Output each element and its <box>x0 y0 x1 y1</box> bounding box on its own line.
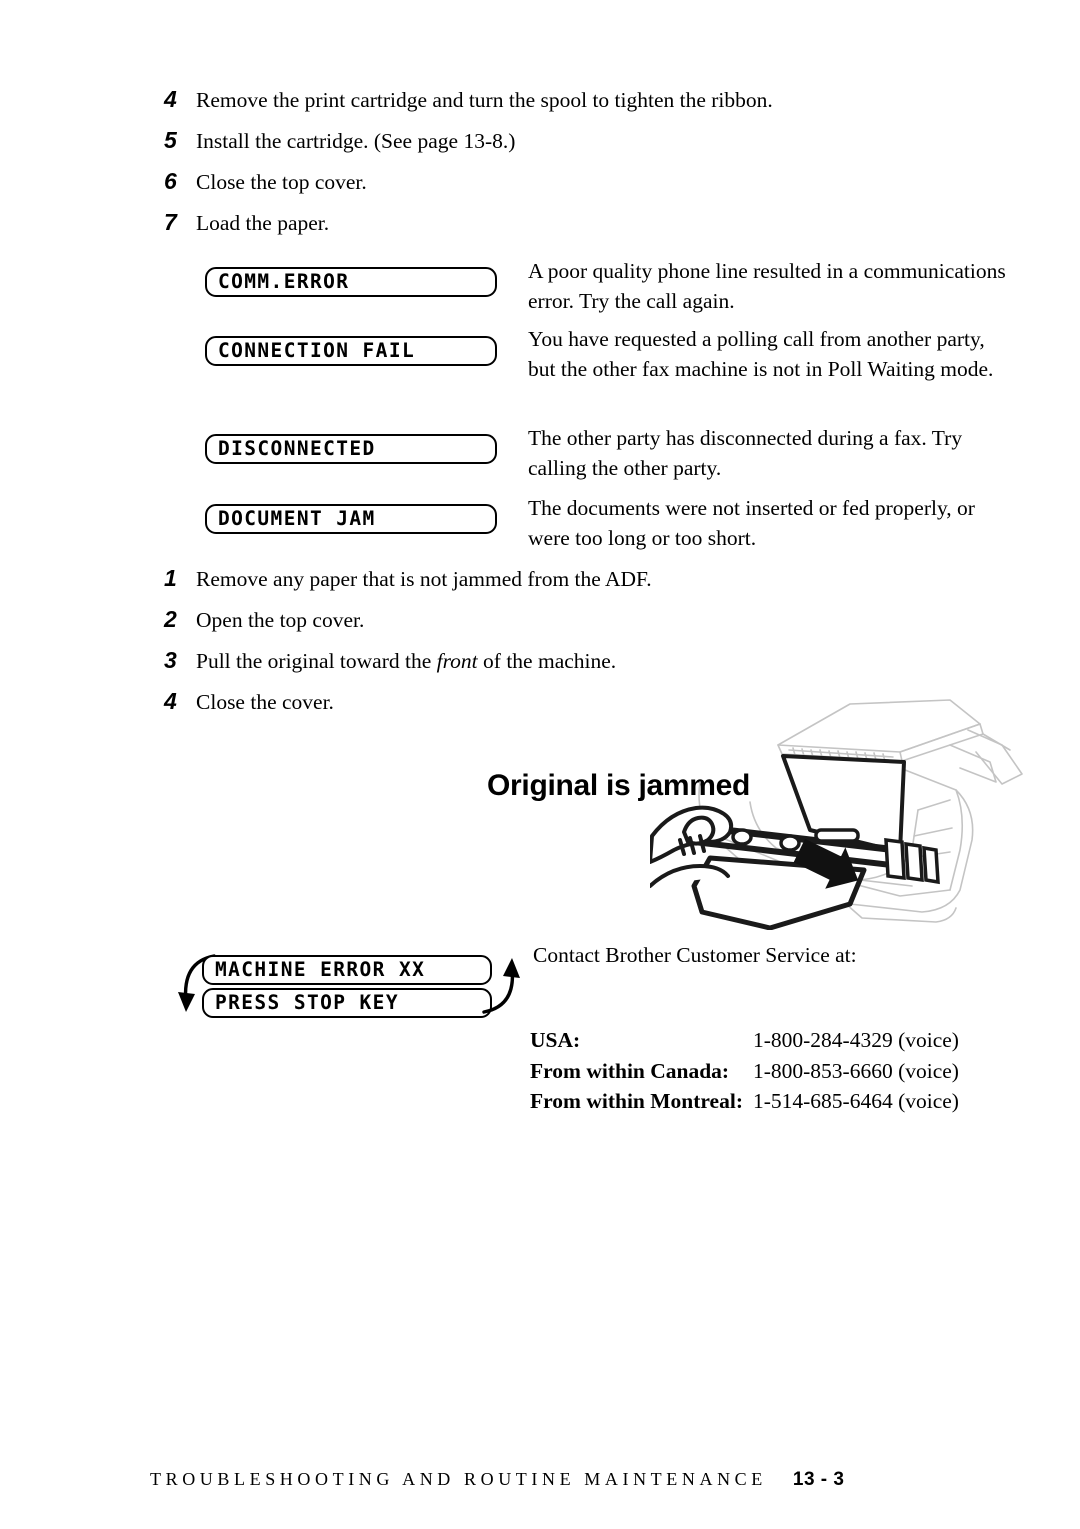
fax-machine-jam-illustration <box>650 699 1023 930</box>
table-row: From within Montreal: 1-514-685-6464 (vo… <box>530 1089 959 1122</box>
step-text: Install the cartridge. (See page 13-8.) <box>196 129 516 153</box>
step-list-cartridge: 4 Remove the print cartridge and turn th… <box>158 88 773 252</box>
lcd-message-press-stop-key: PRESS STOP KEY <box>202 988 492 1018</box>
step-text: Pull the original toward the front of th… <box>196 649 617 673</box>
error-description-connection-fail: You have requested a polling call from a… <box>528 327 994 381</box>
step-number: 1 <box>164 565 177 591</box>
list-item: 2 Open the top cover. <box>158 608 652 649</box>
list-item: 6 Close the top cover. <box>158 170 773 211</box>
footer-chapter-title: TROUBLESHOOTING AND ROUTINE MAINTENANCE <box>150 1469 767 1489</box>
page-footer: TROUBLESHOOTING AND ROUTINE MAINTENANCE … <box>150 1470 1010 1489</box>
step-number: 6 <box>164 168 177 194</box>
step-text: Close the top cover. <box>196 170 367 194</box>
step-text: Remove any paper that is not jammed from… <box>196 567 652 591</box>
contact-region-label: From within Canada: <box>530 1058 730 1083</box>
error-description-disconnected: The other party has disconnected during … <box>528 426 963 480</box>
step-number: 7 <box>164 209 177 235</box>
step-number: 2 <box>164 606 177 632</box>
lcd-text: PRESS STOP KEY <box>215 991 399 1015</box>
lcd-message-disconnected: DISCONNECTED <box>205 434 497 464</box>
step-number: 3 <box>164 647 177 673</box>
list-item: 5 Install the cartridge. (See page 13-8.… <box>158 129 773 170</box>
lcd-text: MACHINE ERROR XX <box>215 958 426 982</box>
step-text-emphasis: front <box>436 649 478 673</box>
contact-phone-number: 1-800-284-4329 (voice) <box>752 1028 959 1052</box>
error-description-comm-error: A poor quality phone line resulted in a … <box>528 259 1006 313</box>
contact-phone-number: 1-800-853-6660 (voice) <box>752 1058 959 1083</box>
table-row: USA: 1-800-284-4329 (voice) <box>530 1028 959 1061</box>
lcd-text: CONNECTION FAIL <box>218 339 416 363</box>
manual-page: 4 Remove the print cartridge and turn th… <box>0 0 1080 1529</box>
lcd-text: DOCUMENT JAM <box>218 507 376 531</box>
lcd-message-connection-fail: CONNECTION FAIL <box>205 336 497 366</box>
contact-region-label: From within Montreal: <box>530 1089 743 1113</box>
lcd-text: COMM.ERROR <box>218 270 350 294</box>
contact-intro-text: Contact Brother Customer Service at: <box>533 943 857 967</box>
table-row: From within Canada: 1-800-853-6660 (voic… <box>530 1058 959 1092</box>
lcd-message-comm-error: COMM.ERROR <box>205 267 497 297</box>
list-item: 7 Load the paper. <box>158 211 773 252</box>
contact-phone-number: 1-514-685-6464 (voice) <box>752 1089 959 1113</box>
step-list-clear-jam: 1 Remove any paper that is not jammed fr… <box>158 567 652 731</box>
footer-page-number: 13 - 3 <box>792 1469 845 1490</box>
step-text: Open the top cover. <box>196 608 365 632</box>
list-item: 4 Close the cover. <box>158 690 652 731</box>
contact-region-label: USA: <box>530 1028 581 1052</box>
step-text: Load the paper. <box>196 211 330 235</box>
step-text-part: Pull the original toward the <box>196 649 437 673</box>
lcd-text: DISCONNECTED <box>218 437 376 461</box>
error-description-document-jam: The documents were not inserted or fed p… <box>528 496 975 550</box>
list-item: 1 Remove any paper that is not jammed fr… <box>158 567 652 608</box>
step-number: 5 <box>164 127 177 153</box>
step-text-part: of the machine. <box>477 649 617 673</box>
list-item: 4 Remove the print cartridge and turn th… <box>158 88 773 129</box>
alternation-arrow-right-icon <box>482 958 520 1014</box>
lcd-message-document-jam: DOCUMENT JAM <box>205 504 497 534</box>
customer-service-contact-table: USA: 1-800-284-4329 (voice) From within … <box>530 1028 959 1122</box>
step-number: 4 <box>164 688 177 714</box>
lcd-message-machine-error: MACHINE ERROR XX <box>202 955 492 985</box>
step-text: Remove the print cartridge and turn the … <box>196 88 773 112</box>
step-number: 4 <box>164 86 177 112</box>
list-item: 3 Pull the original toward the front of … <box>158 649 652 690</box>
step-text: Close the cover. <box>196 690 334 714</box>
